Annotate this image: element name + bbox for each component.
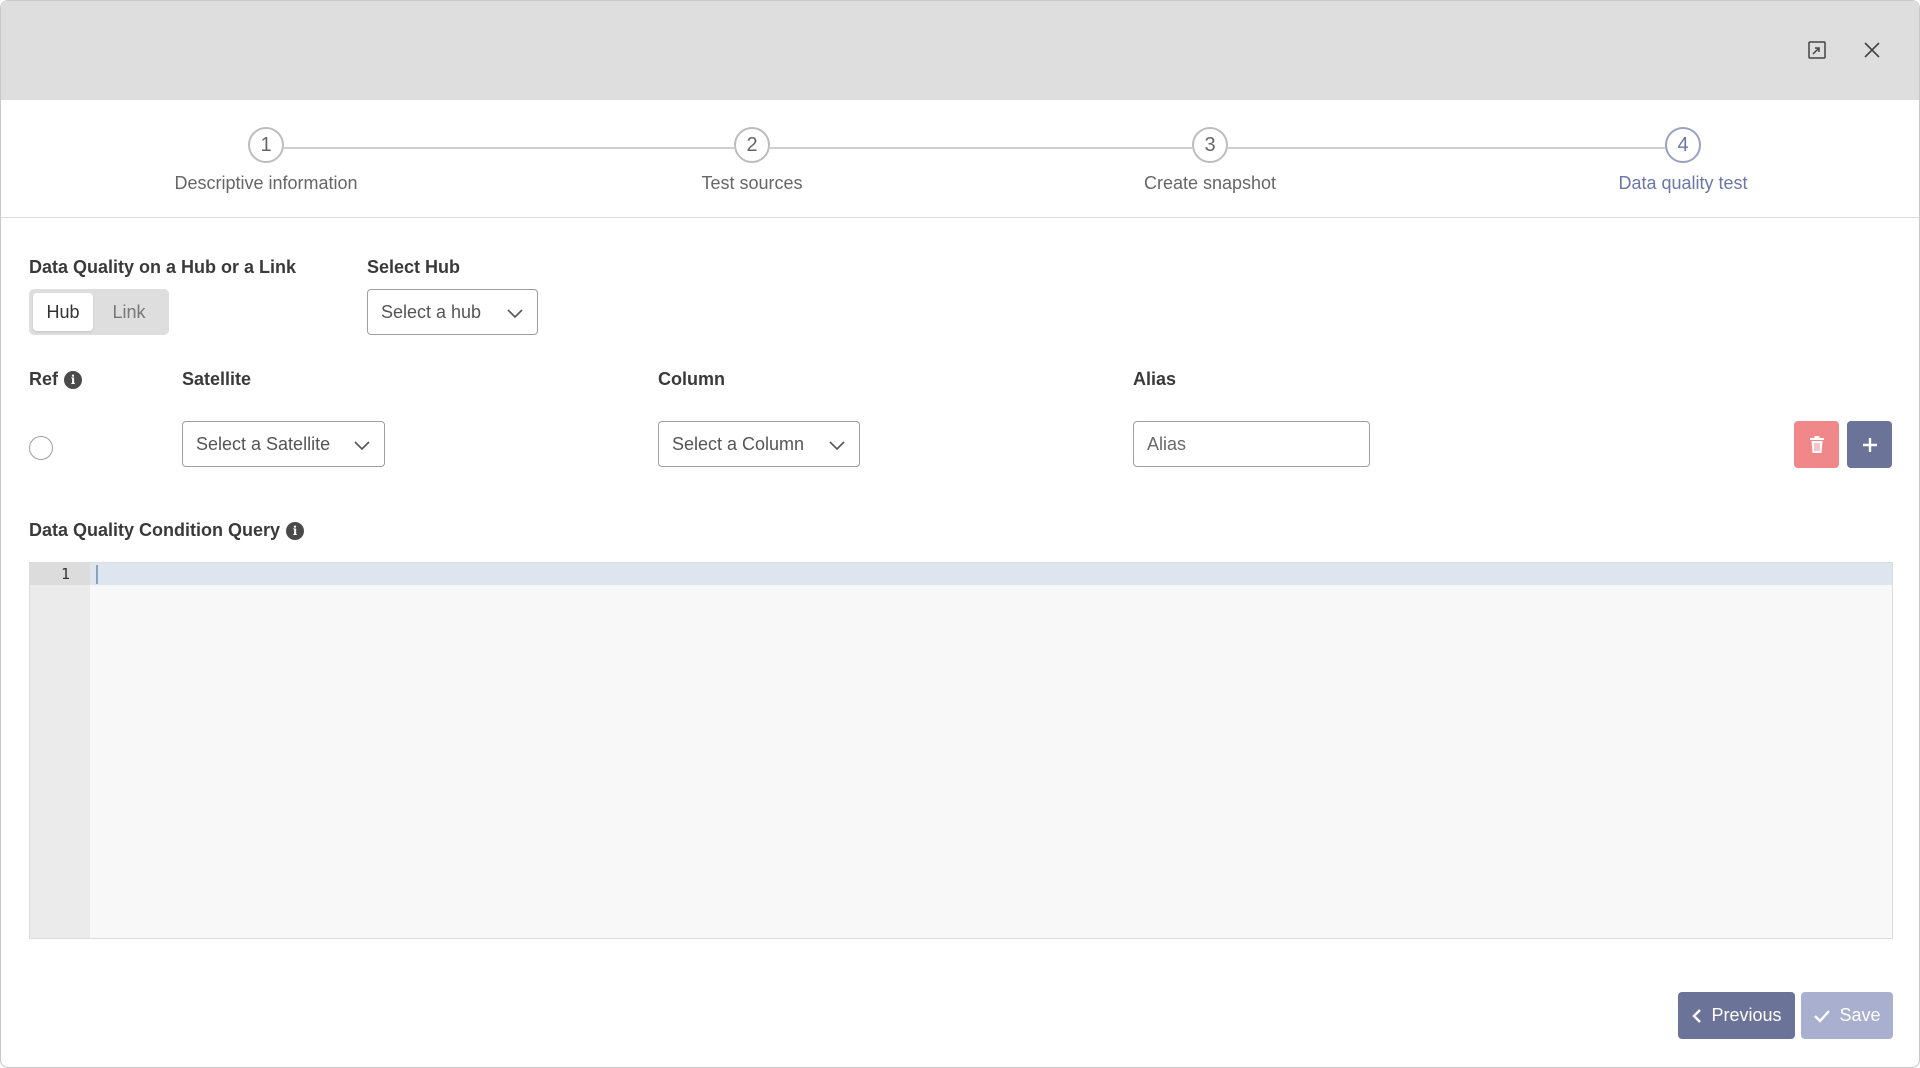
hub-select-placeholder: Select a hub (381, 301, 482, 322)
satellite-select-placeholder: Select a Satellite (196, 433, 331, 454)
previous-label: Previous (1711, 1005, 1782, 1025)
select-hub-label: Select Hub (367, 257, 460, 278)
dialog-header (1, 1, 1919, 100)
plus-icon (1862, 437, 1877, 452)
editor-code-area[interactable] (90, 563, 1892, 938)
step-label: Data quality test (1618, 173, 1748, 193)
toggle-hub[interactable]: Hub (33, 293, 93, 331)
trash-icon (1809, 435, 1824, 453)
satellite-label: Satellite (182, 369, 251, 390)
step-create-snapshot[interactable]: 3 Create snapshot (1060, 127, 1360, 194)
chevron-down-icon (829, 441, 845, 451)
hub-link-toggle: Hub Link (29, 289, 169, 335)
text-cursor (96, 565, 98, 584)
step-number: 2 (734, 127, 770, 163)
info-icon[interactable]: i (64, 370, 83, 389)
expand-icon[interactable] (1802, 35, 1832, 65)
ref-label-text: Ref (29, 369, 59, 389)
ref-label: Ref i (29, 369, 83, 390)
satellite-label-text: Satellite (182, 369, 252, 389)
chevron-down-icon (507, 309, 523, 319)
step-descriptive-information[interactable]: 1 Descriptive information (116, 127, 416, 194)
alias-label-text: Alias (1133, 369, 1177, 389)
check-icon (1814, 1009, 1831, 1023)
hub-or-link-label-text: Data Quality on a Hub or a Link (29, 257, 297, 277)
column-label: Column (658, 369, 725, 390)
query-label-text: Data Quality Condition Query (29, 520, 281, 540)
dialog: 1 Descriptive information 2 Test sources… (0, 0, 1920, 1068)
column-label-text: Column (658, 369, 725, 389)
step-test-sources[interactable]: 2 Test sources (602, 127, 902, 194)
step-data-quality-test[interactable]: 4 Data quality test (1533, 127, 1833, 194)
step-number: 1 (248, 127, 284, 163)
alias-input[interactable] (1133, 421, 1370, 467)
step-label: Create snapshot (1143, 173, 1277, 193)
select-hub-label-text: Select Hub (367, 257, 461, 277)
editor-gutter: 1 (30, 563, 90, 938)
save-label: Save (1839, 1005, 1881, 1025)
chevron-left-icon (1692, 1008, 1702, 1023)
step-number: 3 (1192, 127, 1228, 163)
column-select[interactable]: Select a Column (658, 421, 860, 467)
previous-button[interactable]: Previous (1678, 992, 1795, 1039)
satellite-select[interactable]: Select a Satellite (182, 421, 385, 467)
step-number: 4 (1665, 127, 1701, 163)
toggle-link[interactable]: Link (93, 293, 165, 331)
step-label: Test sources (701, 173, 803, 193)
editor-active-line (90, 563, 1892, 585)
add-row-button[interactable] (1847, 421, 1892, 468)
close-icon[interactable] (1857, 35, 1887, 65)
delete-row-button[interactable] (1794, 421, 1839, 468)
query-editor[interactable]: 1 (29, 562, 1893, 939)
info-icon[interactable]: i (286, 521, 305, 540)
hub-or-link-label: Data Quality on a Hub or a Link (29, 257, 296, 278)
save-button[interactable]: Save (1801, 992, 1893, 1039)
step-label: Descriptive information (174, 173, 358, 193)
line-number: 1 (60, 565, 70, 583)
query-label: Data Quality Condition Query i (29, 520, 305, 541)
column-select-placeholder: Select a Column (672, 433, 805, 454)
ref-radio[interactable] (29, 436, 53, 460)
chevron-down-icon (354, 441, 370, 451)
alias-label: Alias (1133, 369, 1176, 390)
hub-select[interactable]: Select a hub (367, 289, 538, 335)
